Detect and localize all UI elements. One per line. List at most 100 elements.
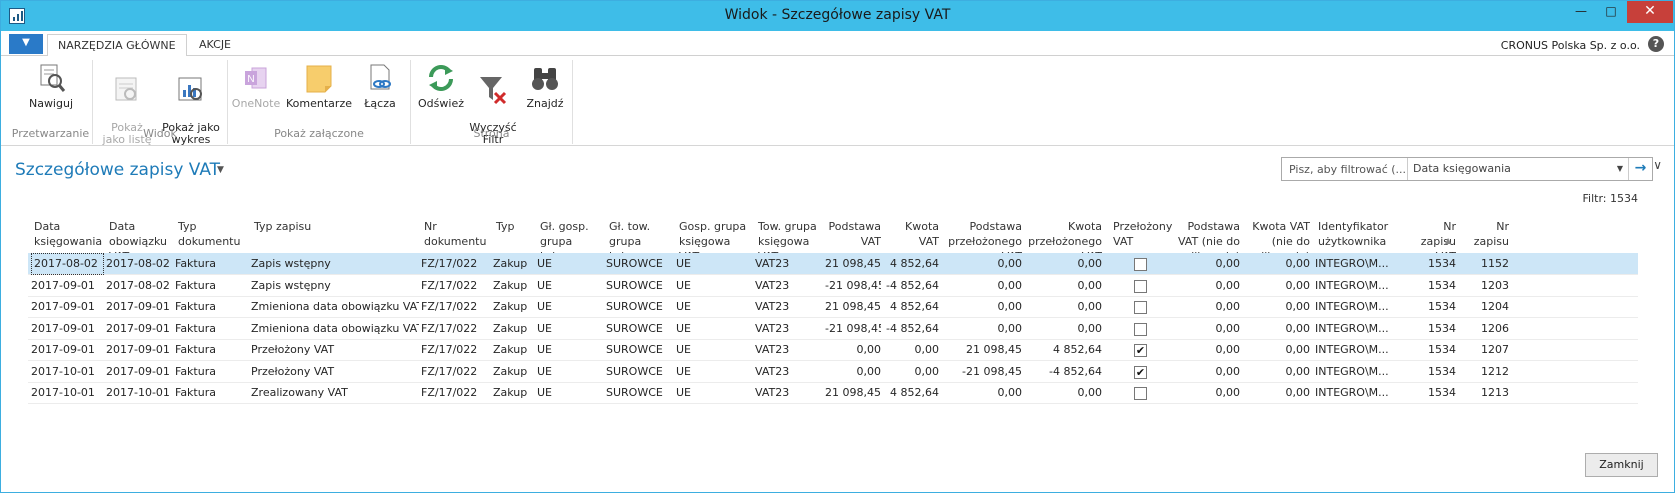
cell-gl-tow-grupa[interactable]: SUROWCE <box>606 318 675 340</box>
collapse-chevron-icon[interactable]: ∨ <box>1653 158 1662 172</box>
cell-podstawa-vat[interactable]: 21 098,45 <box>825 253 881 275</box>
cell-data-ksiegowania[interactable]: 2017-09-01 <box>31 339 104 361</box>
cell-podstawa-vat[interactable]: -21 098,45 <box>825 275 881 297</box>
cell-typ-dokumentu[interactable]: Faktura <box>175 253 252 275</box>
cell-data-ksiegowania[interactable]: 2017-08-02 <box>31 253 104 275</box>
cell-podstawa-przelozonego[interactable]: 0,00 <box>941 253 1023 275</box>
cell-identyfikator-uzytkownika[interactable]: INTEGRO\M... <box>1315 318 1394 340</box>
minimize-icon[interactable]: — <box>1566 1 1596 23</box>
cell-nr-dokumentu[interactable]: FZ/17/022 <box>421 339 492 361</box>
column-header-nr-zapisu[interactable]: Nr zapisu <box>1461 219 1509 249</box>
cell-data-ksiegowania[interactable]: 2017-09-01 <box>31 296 104 318</box>
column-header-typ[interactable]: Typ <box>496 219 536 234</box>
arrow-right-icon[interactable]: → <box>1628 158 1652 180</box>
cell-nr-zapisu[interactable]: 1206 <box>1458 318 1509 340</box>
cell-gl-tow-grupa[interactable]: SUROWCE <box>606 382 675 404</box>
cell-data-obowiazku-vat[interactable]: 2017-09-01 <box>106 318 177 340</box>
cell-typ-dokumentu[interactable]: Faktura <box>175 275 252 297</box>
cell-nr-zapisu-vat[interactable]: 1534 <box>1391 253 1456 275</box>
przelozony-vat-checkbox[interactable] <box>1134 322 1147 336</box>
close-window-icon[interactable]: ✕ <box>1627 1 1673 23</box>
cell-podstawa-vat[interactable]: 0,00 <box>825 361 882 383</box>
cell-kwota-vat[interactable]: -4 852,64 <box>882 318 939 340</box>
cell-nr-zapisu[interactable]: 1203 <box>1458 275 1509 297</box>
find-button[interactable]: Znajdź <box>513 60 577 110</box>
filter-field-select[interactable]: Data księgowania ▼ <box>1407 158 1627 180</box>
cell-gl-tow-grupa[interactable]: SUROWCE <box>606 361 675 383</box>
cell-identyfikator-uzytkownika[interactable]: INTEGRO\M... <box>1315 275 1394 297</box>
cell-gl-gosp-grupa[interactable]: UE <box>537 318 608 340</box>
cell-nr-zapisu[interactable]: 1204 <box>1458 296 1509 318</box>
cell-typ-dokumentu[interactable]: Faktura <box>175 382 252 404</box>
cell-nr-zapisu-vat[interactable]: 1534 <box>1391 339 1456 361</box>
cell-podstawa-nie-do-odliczenia[interactable]: 0,00 <box>1173 275 1241 297</box>
przelozony-vat-checkbox[interactable]: ✔ <box>1134 344 1147 357</box>
cell-kwota-przelozonego[interactable]: 0,00 <box>1025 275 1103 297</box>
cell-podstawa-przelozonego[interactable]: 0,00 <box>941 275 1023 297</box>
table-row[interactable]: 2017-09-01 2017-09-01 Faktura Zmieniona dat… <box>28 296 1638 318</box>
cell-podstawa-vat[interactable]: 21 098,45 <box>825 296 881 318</box>
cell-kwota-nie-do-odliczenia[interactable]: 0,00 <box>1247 361 1311 383</box>
cell-podstawa-nie-do-odliczenia[interactable]: 0,00 <box>1173 318 1241 340</box>
cell-podstawa-vat[interactable]: -21 098,45 <box>825 318 881 340</box>
cell-kwota-nie-do-odliczenia[interactable]: 0,00 <box>1247 382 1311 404</box>
przelozony-vat-checkbox[interactable] <box>1134 387 1147 400</box>
cell-tow-grupa-vat[interactable]: VAT23 <box>755 339 828 361</box>
filter-input[interactable] <box>1282 158 1406 180</box>
cell-typ-zapisu[interactable]: Przełożony VAT <box>251 361 419 383</box>
cell-typ[interactable]: Zakup <box>493 296 536 318</box>
cell-nr-dokumentu[interactable]: FZ/17/022 <box>421 296 492 318</box>
cell-kwota-nie-do-odliczenia[interactable]: 0,00 <box>1247 296 1311 318</box>
cell-kwota-vat[interactable]: 0,00 <box>882 361 940 383</box>
cell-nr-zapisu[interactable]: 1212 <box>1458 361 1509 383</box>
cell-nr-dokumentu[interactable]: FZ/17/022 <box>421 318 492 340</box>
cell-podstawa-nie-do-odliczenia[interactable]: 0,00 <box>1173 339 1241 361</box>
cell-typ-dokumentu[interactable]: Faktura <box>175 318 252 340</box>
cell-data-obowiazku-vat[interactable]: 2017-09-01 <box>106 339 177 361</box>
onenote-button[interactable]: N OneNote <box>224 60 288 110</box>
cell-kwota-vat[interactable]: 4 852,64 <box>882 382 939 404</box>
cell-gl-tow-grupa[interactable]: SUROWCE <box>606 339 675 361</box>
column-header-podstawa-vat[interactable]: Podstawa VAT <box>828 219 881 249</box>
cell-typ-zapisu[interactable]: Zrealizowany VAT <box>251 382 419 404</box>
cell-nr-zapisu-vat[interactable]: 1534 <box>1391 275 1456 297</box>
cell-typ[interactable]: Zakup <box>493 361 536 383</box>
cell-podstawa-przelozonego[interactable]: 21 098,45 <box>941 339 1022 361</box>
cell-kwota-vat[interactable]: 4 852,64 <box>882 296 939 318</box>
comments-button[interactable]: Komentarze <box>284 60 354 110</box>
cell-nr-zapisu-vat[interactable]: 1534 <box>1391 382 1456 404</box>
cell-kwota-przelozonego[interactable]: -4 852,64 <box>1025 361 1102 383</box>
application-menu-button[interactable]: ▼ <box>9 34 43 54</box>
cell-nr-zapisu[interactable]: 1152 <box>1458 253 1509 275</box>
tab-narzedzia-glowne[interactable]: NARZĘDZIA GŁÓWNE <box>47 34 187 57</box>
cell-kwota-vat[interactable]: -4 852,64 <box>882 275 939 297</box>
cell-tow-grupa-vat[interactable]: VAT23 <box>755 253 828 275</box>
cell-data-ksiegowania[interactable]: 2017-10-01 <box>31 361 104 383</box>
cell-kwota-przelozonego[interactable]: 0,00 <box>1025 296 1103 318</box>
cell-podstawa-przelozonego[interactable]: 0,00 <box>941 318 1023 340</box>
cell-nr-zapisu[interactable]: 1207 <box>1458 339 1509 361</box>
cell-kwota-nie-do-odliczenia[interactable]: 0,00 <box>1247 318 1311 340</box>
cell-gl-tow-grupa[interactable]: SUROWCE <box>606 296 675 318</box>
cell-nr-dokumentu[interactable]: FZ/17/022 <box>421 275 492 297</box>
cell-typ[interactable]: Zakup <box>493 253 536 275</box>
cell-gosp-grupa-vat[interactable]: UE <box>676 296 755 318</box>
cell-nr-zapisu-vat[interactable]: 1534 <box>1391 361 1456 383</box>
page-title[interactable]: Szczegółowe zapisy VAT <box>15 160 220 180</box>
cell-typ-zapisu[interactable]: Zmieniona data obowiązku VAT <box>251 296 419 318</box>
column-header-typ-zapisu[interactable]: Typ zapisu <box>254 219 419 234</box>
cell-kwota-nie-do-odliczenia[interactable]: 0,00 <box>1247 275 1311 297</box>
cell-typ-dokumentu[interactable]: Faktura <box>175 361 252 383</box>
cell-typ[interactable]: Zakup <box>493 275 536 297</box>
cell-typ-zapisu[interactable]: Zapis wstępny <box>251 275 419 297</box>
cell-gl-gosp-grupa[interactable]: UE <box>537 361 608 383</box>
cell-kwota-przelozonego[interactable]: 0,00 <box>1025 318 1103 340</box>
cell-identyfikator-uzytkownika[interactable]: INTEGRO\M... <box>1315 382 1394 404</box>
cell-kwota-przelozonego[interactable]: 0,00 <box>1025 382 1103 404</box>
cell-nr-dokumentu[interactable]: FZ/17/022 <box>421 361 492 383</box>
cell-podstawa-przelozonego[interactable]: -21 098,45 <box>941 361 1022 383</box>
cell-kwota-nie-do-odliczenia[interactable]: 0,00 <box>1247 253 1311 275</box>
table-row[interactable]: 2017-09-01 2017-09-01 Faktura Zmieniona dat… <box>28 318 1638 340</box>
cell-data-obowiazku-vat[interactable]: 2017-08-02 <box>106 253 177 275</box>
przelozony-vat-checkbox[interactable] <box>1134 279 1147 293</box>
